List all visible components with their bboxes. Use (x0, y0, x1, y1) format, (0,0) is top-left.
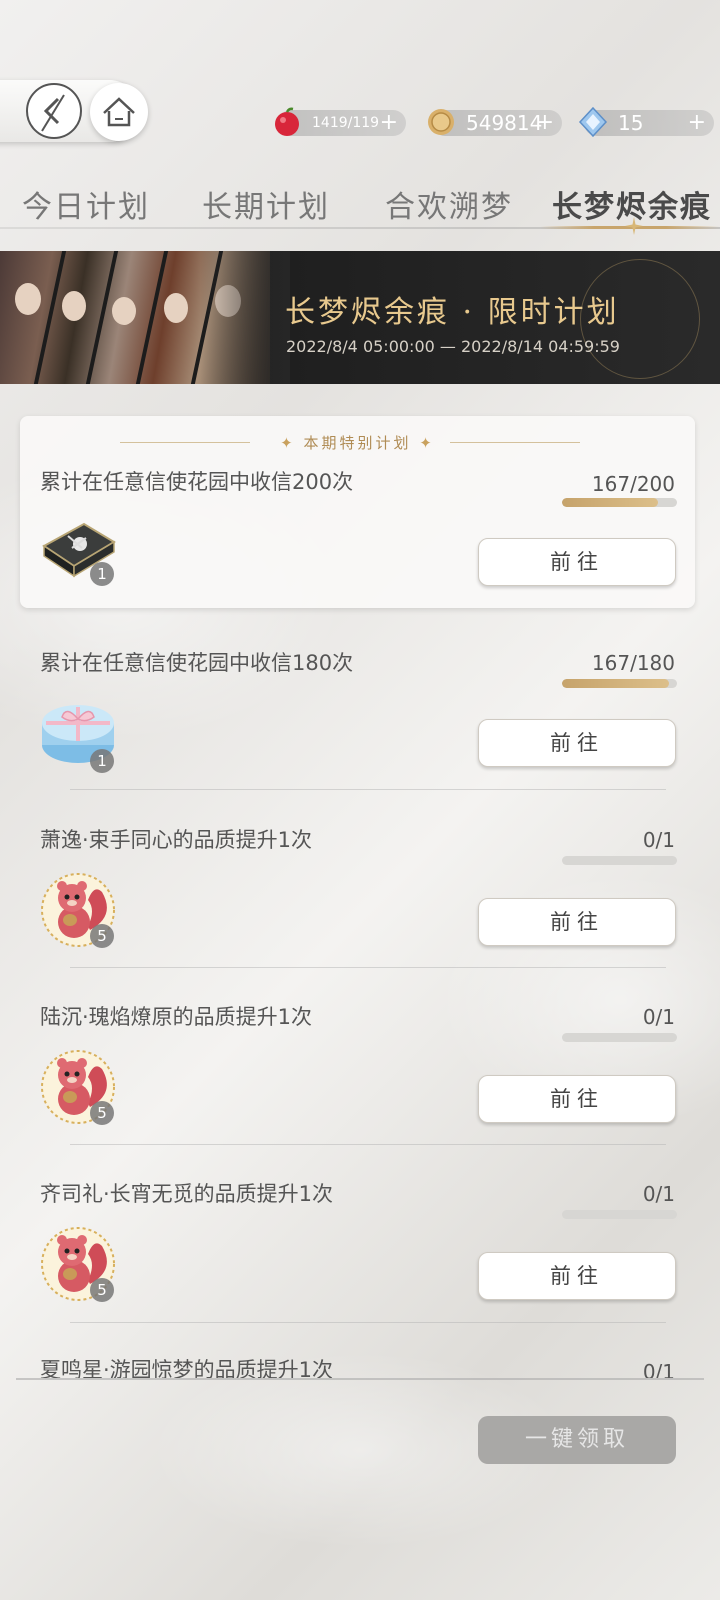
go-button[interactable]: 前往 (478, 719, 676, 767)
progress-bar (562, 498, 677, 507)
apple-resource[interactable]: 1419/119 + (275, 107, 406, 136)
task-title: 夏鸣星·游园惊梦的品质提升1次 (40, 1358, 334, 1378)
reward-item[interactable]: 1 (38, 508, 118, 588)
add-coin-icon[interactable]: + (536, 110, 554, 135)
claim-all-button[interactable]: 一键领取 (478, 1416, 676, 1464)
task-count: 167/180 (591, 651, 675, 675)
apple-icon (275, 107, 299, 136)
task-title: 齐司礼·长宵无觅的品质提升1次 (40, 1182, 334, 1206)
coin-resource[interactable]: 549814 + (428, 109, 562, 136)
tab-bar: 今日计划 长期计划 合欢溯梦 长梦烬余痕 (0, 182, 720, 228)
task-count: 0/1 (642, 1182, 675, 1206)
tab-long-term-plan[interactable]: 长期计划 (202, 182, 330, 226)
task-title: 累计在任意信使花园中收信180次 (40, 651, 354, 675)
go-button[interactable]: 前往 (478, 898, 676, 946)
reward-quantity: 5 (90, 1278, 114, 1302)
row-divider (70, 1144, 666, 1145)
reward-item[interactable]: 5 (38, 1224, 118, 1304)
row-divider (70, 967, 666, 968)
task-title: 萧逸·束手同心的品质提升1次 (40, 828, 313, 852)
sparkle-icon (625, 217, 643, 235)
progress-bar (562, 679, 677, 688)
gem-resource[interactable]: 15 + (578, 106, 714, 138)
task-count: 0/1 (642, 828, 675, 852)
reward-item[interactable]: 5 (38, 870, 118, 950)
reward-item[interactable]: 5 (38, 1047, 118, 1127)
back-button[interactable] (26, 83, 82, 139)
task-row: 夏鸣星·游园惊梦的品质提升1次 0/1 (0, 1350, 720, 1378)
list-bottom-divider (16, 1378, 704, 1380)
banner-title: 长梦烬余痕 · 限时计划 (285, 295, 620, 330)
reward-quantity: 5 (90, 1101, 114, 1125)
reward-item[interactable]: 1 (38, 695, 118, 775)
go-button[interactable]: 前往 (478, 538, 676, 586)
gem-value: 15 (618, 111, 644, 135)
go-button[interactable]: 前往 (478, 1075, 676, 1123)
add-apple-icon[interactable]: + (380, 110, 398, 135)
task-count: 167/200 (591, 472, 675, 496)
apple-value: 1419/119 (312, 115, 380, 131)
task-count: 0/1 (642, 1005, 675, 1029)
add-gem-icon[interactable]: + (688, 110, 706, 135)
home-button[interactable] (90, 83, 148, 141)
row-divider (70, 1322, 666, 1323)
crystal-icon (578, 106, 608, 138)
coin-value: 549814 (466, 111, 543, 135)
progress-bar (562, 856, 677, 865)
task-count: 0/1 (642, 1360, 675, 1378)
progress-bar (562, 1210, 677, 1219)
reward-quantity: 5 (90, 924, 114, 948)
coin-icon (428, 109, 454, 135)
go-button[interactable]: 前往 (478, 1252, 676, 1300)
reward-quantity: 1 (90, 562, 114, 586)
progress-bar (562, 1033, 677, 1042)
home-icon (103, 97, 135, 127)
back-icon (41, 94, 65, 132)
row-divider (70, 789, 666, 790)
task-title: 累计在任意信使花园中收信200次 (40, 470, 354, 494)
tab-daily-plan[interactable]: 今日计划 (22, 182, 150, 226)
event-date-range: 2022/8/4 05:00:00 — 2022/8/14 04:59:59 (286, 337, 620, 356)
task-title: 陆沉·瑰焰燎原的品质提升1次 (40, 1005, 313, 1029)
event-banner: 长梦烬余痕 · 限时计划 2022/8/4 05:00:00 — 2022/8/… (0, 251, 720, 384)
special-plan-header: ✦ 本期特别计划 ✦ (20, 432, 695, 453)
reward-quantity: 1 (90, 749, 114, 773)
tab-hehuan-dream[interactable]: 合欢溯梦 (385, 182, 513, 226)
